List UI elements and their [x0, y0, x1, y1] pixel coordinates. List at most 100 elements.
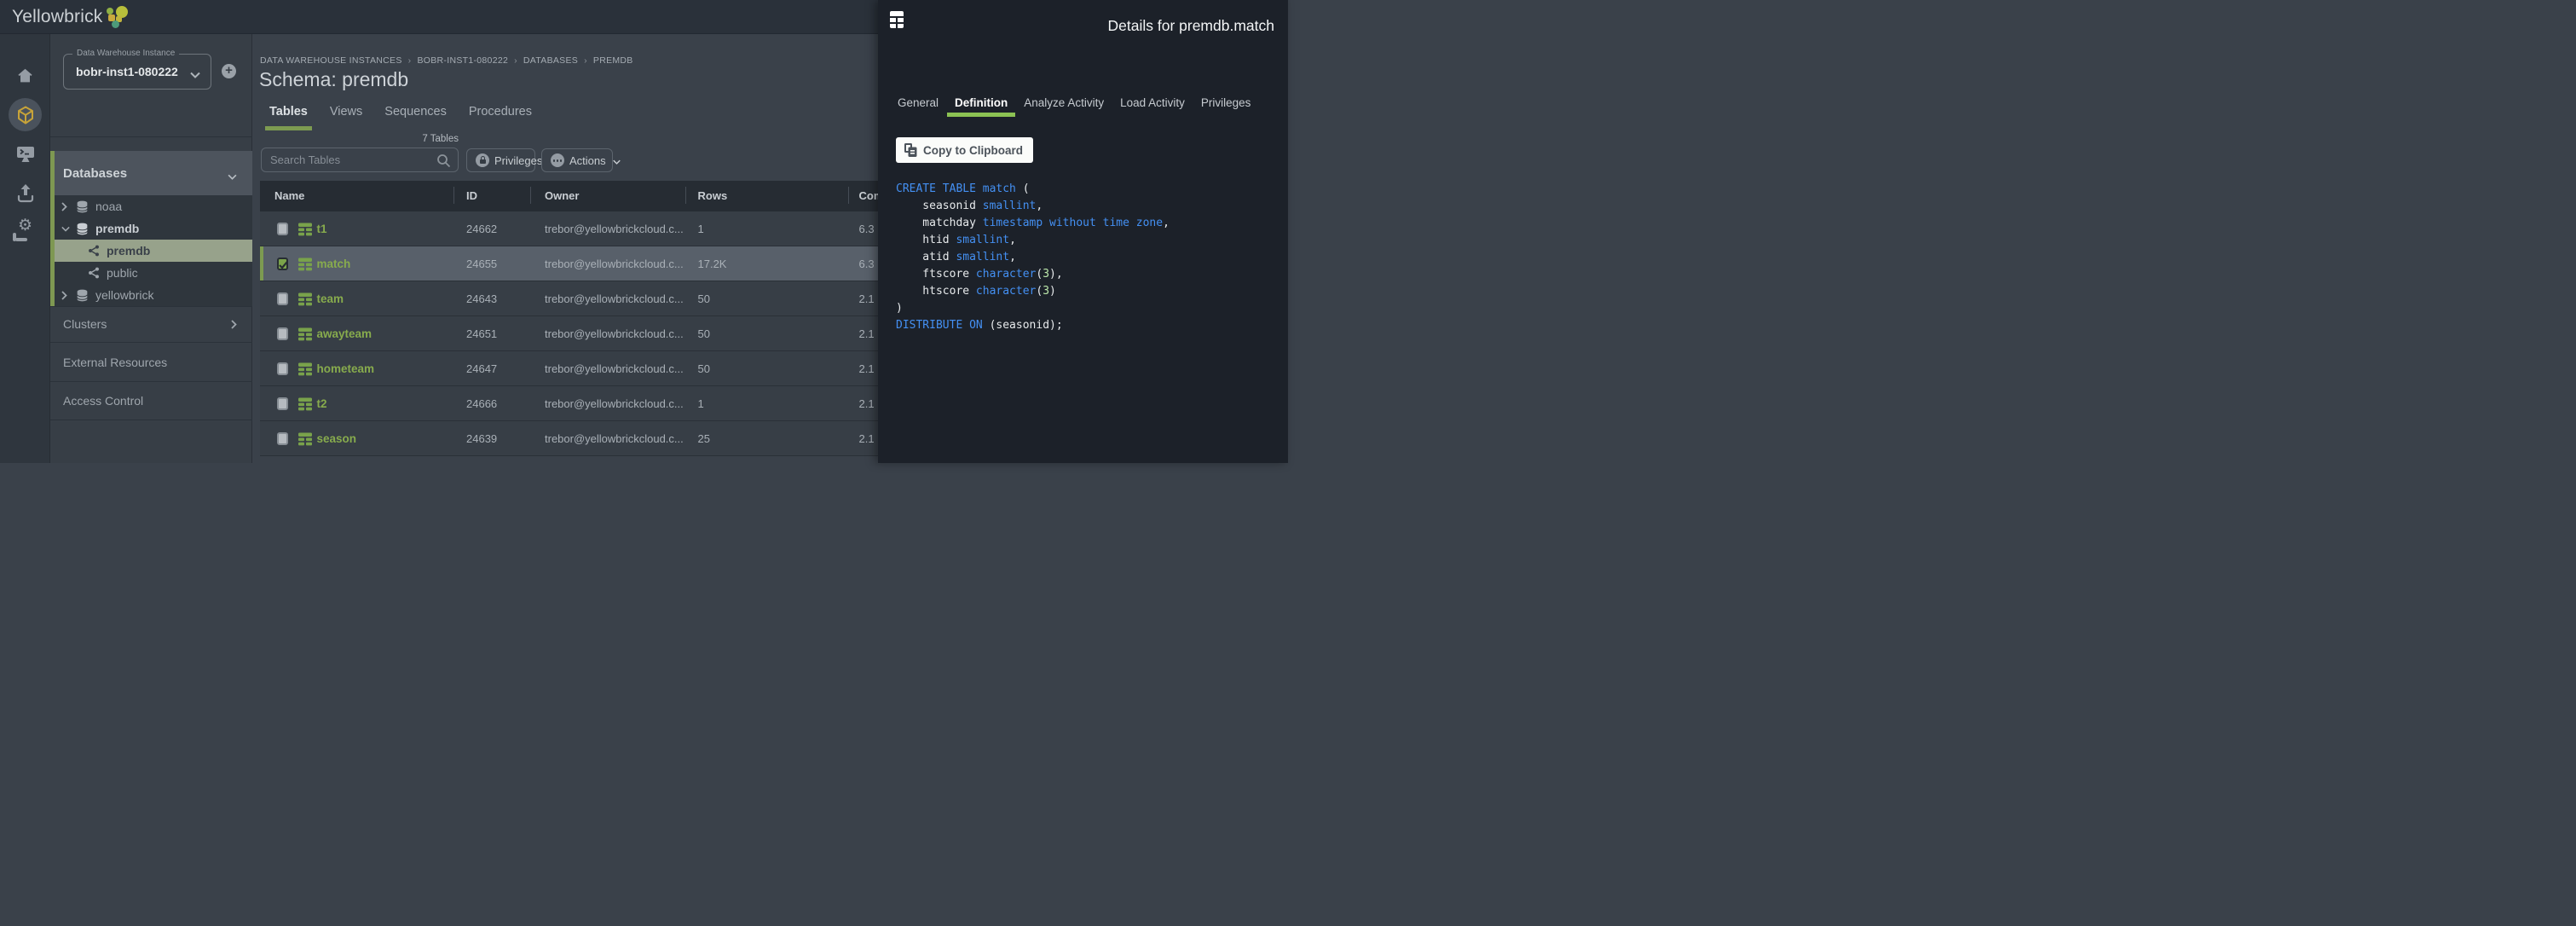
row-checkbox[interactable]	[277, 432, 288, 445]
column-header-name[interactable]: Name	[274, 189, 304, 202]
table-name[interactable]: match	[317, 258, 351, 270]
column-resize-handle[interactable]	[453, 187, 454, 204]
table-rows-count: 50	[698, 327, 710, 340]
table-name[interactable]: awayteam	[317, 327, 373, 340]
main-content: DATA WAREHOUSE INSTANCES › BOBR-INST1-08…	[252, 34, 921, 463]
table-rows-count: 1	[698, 223, 704, 235]
table-count-label: 7 Tables	[261, 134, 459, 144]
tree-item-noaa[interactable]: noaa	[50, 195, 252, 217]
external-resources-label: External Resources	[63, 356, 167, 369]
table-row[interactable]: season 24639 trebor@yellowbrickcloud.c..…	[260, 421, 921, 456]
table-row[interactable]: hometeam 24647 trebor@yellowbrickcloud.c…	[260, 351, 921, 386]
table-name[interactable]: t1	[317, 223, 327, 235]
add-instance-button[interactable]: +	[222, 64, 236, 78]
table-name[interactable]: team	[317, 292, 344, 305]
sql-code-line: matchday timestamp without time zone,	[896, 215, 1170, 232]
yellowbrick-logo[interactable]: Yellowbrick	[12, 6, 128, 28]
search-tables-box	[261, 148, 459, 172]
database-icon	[76, 289, 89, 302]
sidebar-item-access-control[interactable]: Access Control	[50, 382, 252, 420]
column-resize-handle[interactable]	[848, 187, 849, 204]
sidebar-item-databases[interactable]: Databases	[50, 151, 252, 195]
tab-procedures[interactable]: Procedures	[467, 105, 534, 119]
schema-share-icon	[88, 245, 100, 257]
table-rows-count: 50	[698, 362, 710, 375]
row-checkbox[interactable]	[277, 223, 288, 235]
tab-definition[interactable]: Definition	[955, 96, 1008, 109]
query-terminal-icon[interactable]	[0, 145, 50, 164]
table-id: 24655	[466, 258, 497, 270]
table-grid-icon[interactable]	[890, 11, 904, 32]
table-rows-count: 1	[698, 397, 704, 410]
row-checkbox[interactable]	[277, 362, 288, 375]
breadcrumb-item[interactable]: BOBR-INST1-080222	[417, 55, 508, 66]
breadcrumb-item[interactable]: DATABASES	[523, 55, 578, 66]
chevron-down-icon[interactable]	[61, 226, 70, 232]
tab-load-activity[interactable]: Load Activity	[1120, 96, 1185, 109]
yellowbrick-brick-icon	[106, 6, 128, 28]
search-icon[interactable]	[436, 153, 451, 172]
row-checkbox[interactable]	[277, 397, 288, 410]
table-owner: trebor@yellowbrickcloud.c...	[545, 432, 684, 445]
instance-selector-value: bobr-inst1-080222	[76, 65, 178, 78]
breadcrumb-item[interactable]: PREMDB	[593, 55, 633, 66]
logo-text: Yellowbrick	[12, 7, 102, 27]
table-owner: trebor@yellowbrickcloud.c...	[545, 292, 684, 305]
copy-to-clipboard-button[interactable]: Copy to Clipboard	[896, 137, 1033, 163]
table-id: 24666	[466, 397, 497, 410]
tab-sequences[interactable]: Sequences	[383, 105, 448, 119]
table-row-selected[interactable]: match 24655 trebor@yellowbrickcloud.c...…	[260, 246, 921, 281]
tab-views[interactable]: Views	[328, 105, 364, 119]
column-resize-handle[interactable]	[685, 187, 686, 204]
ellipsis-icon	[551, 153, 564, 167]
details-panel: Details for premdb.match General Definit…	[878, 0, 1288, 463]
breadcrumb: DATA WAREHOUSE INSTANCES › BOBR-INST1-08…	[260, 55, 633, 66]
admin-settings-icon[interactable]: ⚙	[0, 217, 50, 234]
column-header-owner[interactable]: Owner	[545, 189, 579, 202]
column-header-id[interactable]: ID	[466, 189, 477, 202]
tree-item-yellowbrick-db[interactable]: yellowbrick	[50, 284, 252, 306]
table-row[interactable]: t1 24662 trebor@yellowbrickcloud.c... 1 …	[260, 211, 921, 246]
table-name[interactable]: hometeam	[317, 362, 375, 375]
database-tree: noaa premdb premdb public	[50, 195, 252, 306]
tables-table: Name ID Owner Rows Compressed t1 24662 t…	[260, 181, 921, 457]
tree-item-label: yellowbrick	[95, 288, 153, 302]
lock-icon	[476, 153, 489, 167]
home-icon[interactable]	[0, 67, 50, 85]
tab-privileges[interactable]: Privileges	[1201, 96, 1251, 109]
row-checkbox-checked[interactable]	[277, 258, 288, 270]
row-checkbox[interactable]	[277, 292, 288, 305]
table-row[interactable]: t2 24666 trebor@yellowbrickcloud.c... 1 …	[260, 386, 921, 421]
sidebar-item-clusters[interactable]: Clusters	[50, 306, 252, 342]
details-tabs: General Definition Analyze Activity Load…	[898, 96, 1250, 109]
instance-selector[interactable]: Data Warehouse Instance bobr-inst1-08022…	[63, 54, 211, 90]
actions-button[interactable]: Actions	[541, 148, 613, 172]
table-row[interactable]: awayteam 24651 trebor@yellowbrickcloud.c…	[260, 316, 921, 351]
sql-code-line: htid smallint,	[896, 232, 1170, 249]
tree-item-premdb-db[interactable]: premdb	[50, 217, 252, 240]
clusters-label: Clusters	[63, 317, 107, 331]
search-input[interactable]	[270, 149, 432, 171]
tree-item-public-schema[interactable]: public	[50, 262, 252, 284]
privileges-button[interactable]: Privileges	[466, 148, 535, 172]
table-header: Name ID Owner Rows Compressed	[260, 181, 921, 212]
sidebar-item-external-resources[interactable]: External Resources	[50, 343, 252, 381]
table-row[interactable]: team 24643 trebor@yellowbrickcloud.c... …	[260, 281, 921, 316]
row-checkbox[interactable]	[277, 327, 288, 340]
chevron-right-icon[interactable]	[61, 202, 70, 211]
chevron-right-icon[interactable]	[61, 291, 70, 300]
column-header-rows[interactable]: Rows	[698, 189, 728, 202]
breadcrumb-item[interactable]: DATA WAREHOUSE INSTANCES	[260, 55, 402, 66]
table-name[interactable]: season	[317, 432, 357, 445]
actions-button-label: Actions	[569, 154, 606, 167]
tab-analyze-activity[interactable]: Analyze Activity	[1024, 96, 1104, 109]
tab-general[interactable]: General	[898, 96, 939, 109]
chevron-down-icon	[228, 169, 237, 184]
tree-item-premdb-schema-selected[interactable]: premdb	[50, 240, 252, 262]
table-name[interactable]: t2	[317, 397, 327, 410]
databases-cube-icon[interactable]	[0, 105, 50, 125]
table-rows-count: 25	[698, 432, 710, 445]
tab-tables[interactable]: Tables	[268, 105, 309, 119]
load-upload-icon[interactable]	[0, 183, 50, 203]
column-resize-handle[interactable]	[530, 187, 531, 204]
